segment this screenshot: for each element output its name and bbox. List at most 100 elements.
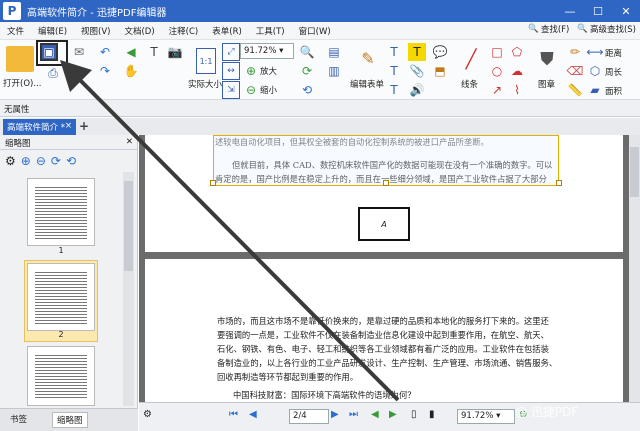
zoom-in-label[interactable]: 放大 bbox=[260, 65, 277, 77]
distance-label[interactable]: 距离 bbox=[605, 47, 622, 59]
actual-size-label[interactable]: 实际大小 bbox=[188, 78, 222, 90]
thumbnail-zoom-in-icon[interactable]: ⊕ bbox=[21, 154, 31, 168]
menu-file[interactable]: 文件 bbox=[0, 25, 31, 37]
maximize-button[interactable]: ☐ bbox=[584, 0, 612, 22]
thumbnail-scrollbar-thumb[interactable] bbox=[124, 181, 133, 271]
page-thumbnail[interactable] bbox=[27, 263, 95, 331]
stamp-small-icon[interactable]: ⬒ bbox=[431, 62, 449, 80]
eraser-icon[interactable]: ⌫ bbox=[566, 62, 584, 80]
edit-form-label[interactable]: 编辑表单 bbox=[350, 78, 384, 90]
arrow-icon[interactable]: ↗ bbox=[488, 81, 506, 99]
selection-handle[interactable] bbox=[210, 180, 216, 186]
thumbnail-rotate-ccw-icon[interactable]: ⟲ bbox=[66, 154, 76, 168]
text-field-icon[interactable]: T bbox=[385, 62, 403, 80]
page-number-input[interactable]: 2/4 bbox=[289, 409, 329, 424]
undo-icon[interactable]: ↶ bbox=[96, 43, 114, 61]
status-options-icon[interactable]: ⚙ bbox=[143, 409, 152, 420]
save-icon[interactable]: ▣ bbox=[40, 43, 58, 61]
text-box-icon[interactable]: T bbox=[385, 43, 403, 61]
menu-document[interactable]: 文档(D) bbox=[117, 25, 161, 37]
fit-width-icon[interactable]: ↔ bbox=[222, 62, 240, 80]
zoom-tool-icon[interactable]: 🔍 bbox=[298, 43, 316, 61]
tab-bookmarks[interactable]: 书签 bbox=[6, 412, 31, 426]
circle-icon[interactable]: ○ bbox=[488, 62, 506, 80]
lines-label[interactable]: 线条 bbox=[461, 78, 478, 90]
continuous-page-icon[interactable]: ▮ bbox=[429, 409, 435, 420]
stamp-label[interactable]: 图章 bbox=[538, 78, 555, 90]
selection-handle[interactable] bbox=[556, 180, 562, 186]
thumbnail-scrollbar[interactable] bbox=[123, 172, 134, 406]
first-page-icon[interactable]: ⏮ bbox=[229, 409, 238, 420]
edit-form-icon[interactable]: ✎ bbox=[356, 46, 380, 70]
thumbnail-zoom-out-icon[interactable]: ⊖ bbox=[36, 154, 46, 168]
add-tab-icon[interactable]: + bbox=[79, 119, 89, 133]
rotate-icon[interactable]: ⟳ bbox=[298, 62, 316, 80]
page-thumbnail[interactable] bbox=[27, 178, 95, 246]
menu-tools[interactable]: 工具(T) bbox=[249, 25, 292, 37]
last-page-icon[interactable]: ⏭ bbox=[349, 409, 358, 420]
document-tab[interactable]: 高端软件简介 * × bbox=[3, 119, 76, 135]
page-fit-icon[interactable]: 1:1 bbox=[196, 48, 216, 74]
page-add-icon[interactable]: ▥ bbox=[325, 62, 343, 80]
history-forward-icon[interactable]: ▶ bbox=[389, 409, 397, 420]
polygon-icon[interactable]: ⬠ bbox=[508, 43, 526, 61]
snapshot-icon[interactable]: 📷 bbox=[166, 43, 184, 61]
stamp-icon[interactable]: ⛊ bbox=[534, 46, 560, 72]
single-page-icon[interactable]: ▯ bbox=[411, 409, 417, 420]
open-label[interactable]: 打开(O)... bbox=[3, 77, 41, 89]
note-icon[interactable]: 💬 bbox=[431, 43, 449, 61]
thumbnail-options-icon[interactable]: ⚙ bbox=[5, 154, 16, 168]
back-icon[interactable]: ◀ bbox=[122, 43, 140, 61]
distance-icon[interactable]: ⟷ bbox=[586, 43, 604, 61]
text-area-icon[interactable]: T bbox=[385, 81, 403, 99]
menu-edit[interactable]: 编辑(E) bbox=[31, 25, 74, 37]
print-icon[interactable]: ⎙ bbox=[44, 64, 62, 82]
area-icon[interactable]: ▰ bbox=[586, 81, 604, 99]
line-tool-icon[interactable]: ╱ bbox=[458, 46, 484, 72]
advanced-find-button[interactable]: 🔍 高级查找(S) bbox=[577, 23, 636, 35]
previous-page-icon[interactable]: ◀ bbox=[249, 409, 257, 420]
pencil-icon[interactable]: ✏ bbox=[566, 43, 584, 61]
menu-comment[interactable]: 注释(C) bbox=[162, 25, 206, 37]
perimeter-icon[interactable]: ⬡ bbox=[586, 62, 604, 80]
polyline-icon[interactable]: ⌇ bbox=[508, 81, 526, 99]
next-page-icon[interactable]: ▶ bbox=[331, 409, 339, 420]
form-box[interactable]: A bbox=[358, 207, 410, 241]
find-button[interactable]: 🔍 查找(F) bbox=[528, 23, 569, 35]
cloud-shape-icon[interactable]: ☁ bbox=[508, 62, 526, 80]
highlight-icon[interactable]: T bbox=[408, 43, 426, 61]
ruler-icon[interactable]: 📏 bbox=[566, 81, 584, 99]
thumbnail-rotate-icon[interactable]: ⟳ bbox=[51, 154, 61, 168]
document-view[interactable]: 述较电自动化项目，但其权全被套的自动化控制系统的被进口产品所垄断。 但就目前，具… bbox=[139, 135, 629, 402]
tab-close-icon[interactable]: × bbox=[65, 121, 72, 131]
document-scrollbar-thumb[interactable] bbox=[630, 147, 639, 197]
menu-window[interactable]: 窗口(W) bbox=[292, 25, 338, 37]
hand-icon[interactable]: ✋ bbox=[122, 62, 140, 80]
open-folder-icon[interactable] bbox=[6, 46, 34, 72]
selection-handle[interactable] bbox=[383, 180, 389, 186]
pane-close-icon[interactable]: ✕ bbox=[126, 137, 133, 147]
zoom-select[interactable]: 91.72% ▾ bbox=[240, 43, 294, 59]
select-text-icon[interactable]: T bbox=[145, 43, 163, 61]
email-icon[interactable]: ✉ bbox=[70, 43, 88, 61]
rotate-ccw-icon[interactable]: ⟲ bbox=[298, 81, 316, 99]
sound-icon[interactable]: 🔊 bbox=[408, 81, 426, 99]
menu-form[interactable]: 表单(R) bbox=[205, 25, 249, 37]
area-label[interactable]: 面积 bbox=[605, 85, 622, 97]
document-scrollbar[interactable] bbox=[629, 135, 640, 402]
status-zoom-select[interactable]: 91.72% ▾ bbox=[457, 409, 515, 424]
close-button[interactable]: ✕ bbox=[612, 0, 640, 22]
zoom-in-icon[interactable]: ⊕ bbox=[242, 62, 260, 80]
page-thumbnail[interactable] bbox=[27, 346, 95, 406]
redo-icon[interactable]: ↷ bbox=[96, 62, 114, 80]
perimeter-label[interactable]: 周长 bbox=[605, 66, 622, 78]
page-icon[interactable]: ▤ bbox=[325, 43, 343, 61]
history-back-icon[interactable]: ◀ bbox=[371, 409, 379, 420]
minimize-button[interactable]: — bbox=[556, 0, 584, 22]
fit-visible-icon[interactable]: ⇲ bbox=[222, 81, 240, 99]
fit-page-icon[interactable]: ⤢ bbox=[222, 43, 240, 61]
zoom-out-icon[interactable]: ⊖ bbox=[242, 81, 260, 99]
zoom-out-label[interactable]: 缩小 bbox=[260, 84, 277, 96]
menu-view[interactable]: 视图(V) bbox=[74, 25, 117, 37]
cloud-icon[interactable]: ☁ bbox=[70, 62, 88, 80]
